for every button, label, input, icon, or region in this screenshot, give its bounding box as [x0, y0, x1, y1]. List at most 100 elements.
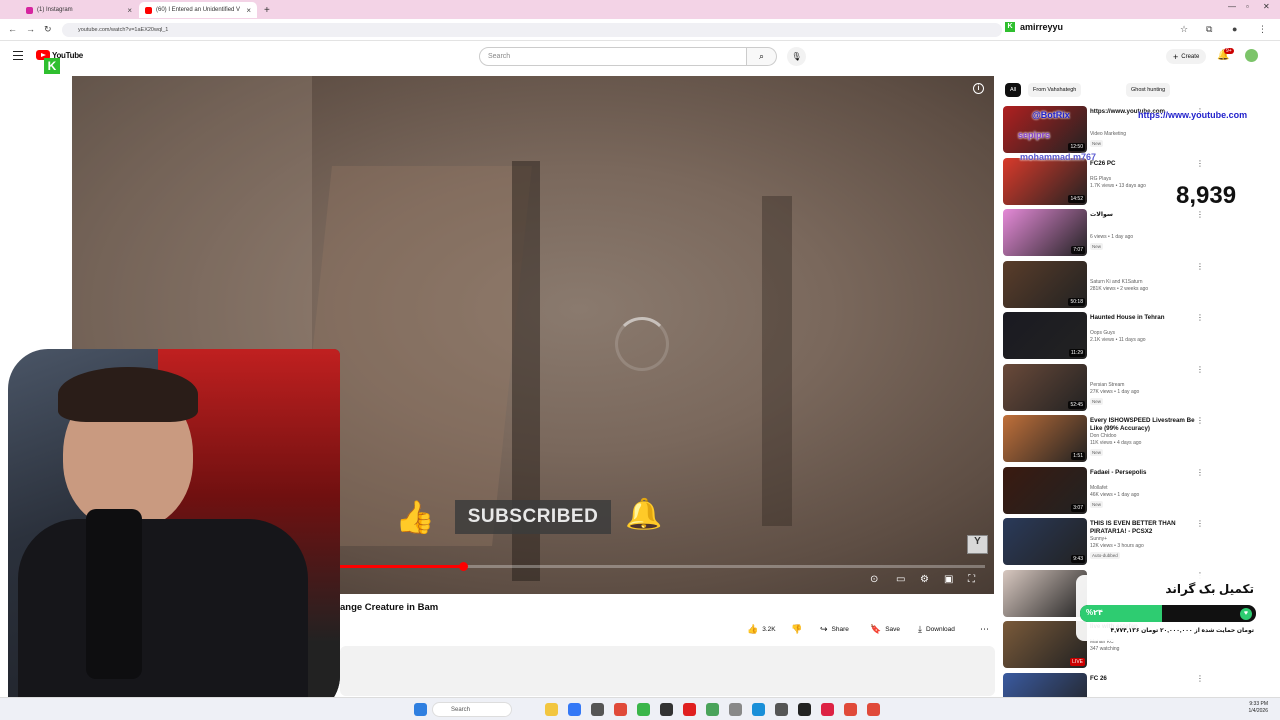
app-icon[interactable] — [821, 703, 834, 716]
video-thumbnail[interactable]: LIVE — [1003, 621, 1087, 668]
app-icon[interactable] — [568, 703, 581, 716]
donation-progress-bar: %۲۴ ♥ — [1080, 605, 1256, 622]
app-icon[interactable] — [775, 703, 788, 716]
create-button[interactable]: + Create — [1166, 49, 1207, 64]
dislike-button[interactable]: 👎 — [791, 621, 806, 638]
video-thumbnail[interactable]: 14:52 — [1003, 158, 1087, 205]
more-options-icon[interactable]: ⋮ — [1196, 365, 1204, 374]
youtube-app-icon[interactable] — [683, 703, 696, 716]
avatar[interactable] — [1245, 49, 1258, 62]
description-box[interactable] — [340, 646, 995, 696]
search-icon: ⌕ — [758, 51, 765, 61]
related-video-title[interactable]: Haunted House in Tehran — [1090, 314, 1195, 322]
settings-gear-icon[interactable]: ⚙ — [920, 574, 929, 585]
more-options-icon[interactable]: ⋮ — [1196, 468, 1204, 477]
file-explorer-icon[interactable] — [545, 703, 558, 716]
related-video-channel[interactable]: RG Plays — [1090, 176, 1111, 183]
edge-icon[interactable] — [752, 703, 765, 716]
profile-icon[interactable]: ● — [1232, 24, 1237, 34]
chrome-icon[interactable] — [867, 703, 880, 716]
close-window-icon[interactable]: ✕ — [1263, 2, 1270, 11]
forward-icon[interactable]: → — [26, 24, 35, 34]
system-clock[interactable]: 9:33 PM 1/4/2026 — [1249, 701, 1268, 715]
tab-instagram[interactable]: (1) Instagram × — [20, 2, 138, 18]
share-button[interactable]: ↪ Share — [820, 621, 849, 638]
miniplayer-icon[interactable]: ▣ — [944, 574, 953, 585]
chrome-icon[interactable] — [614, 703, 627, 716]
bookmark-star-icon[interactable]: ☆ — [1180, 24, 1188, 35]
app-icon[interactable] — [591, 703, 604, 716]
duration-badge: 52:45 — [1068, 401, 1085, 409]
maximize-icon[interactable]: ▫ — [1246, 2, 1249, 11]
related-video-title[interactable]: Every ISHOWSPEED Livestream Be Like (99%… — [1090, 417, 1195, 432]
info-icon[interactable]: i — [973, 83, 984, 94]
video-thumbnail[interactable]: 7:07 — [1003, 209, 1087, 256]
related-video-channel[interactable]: Don Chidoo — [1090, 433, 1116, 440]
more-options-icon[interactable]: ⋮ — [1196, 674, 1204, 683]
more-actions-button[interactable]: ⋯ — [980, 621, 993, 638]
related-video-channel[interactable]: Sunny+ — [1090, 536, 1107, 543]
windows-start-icon[interactable] — [414, 703, 427, 716]
save-button[interactable]: 🔖 Save — [870, 621, 900, 638]
youtube-icon — [145, 6, 152, 14]
hamburger-menu-icon[interactable] — [13, 51, 23, 63]
obs-icon[interactable] — [798, 703, 811, 716]
related-video-title[interactable]: THIS IS EVEN BETTER THAN PIRATAR1A! - PC… — [1090, 520, 1195, 535]
channel-watermark[interactable]: Y — [967, 535, 988, 554]
more-options-icon[interactable]: ⋮ — [1196, 159, 1204, 168]
plus-icon: + — [1173, 51, 1179, 62]
related-video-channel[interactable]: Persian Stream — [1090, 382, 1124, 389]
app-icon[interactable] — [637, 703, 650, 716]
search-button[interactable]: ⌕ — [747, 47, 777, 66]
more-options-icon[interactable]: ⋮ — [1196, 416, 1204, 425]
related-video-channel[interactable]: Oops Guys — [1090, 330, 1115, 337]
voice-search-button[interactable]: 🎙 — [787, 47, 806, 66]
url-field[interactable]: youtube.com/watch?v=1aEX20wql_1 — [62, 23, 1002, 37]
chrome-icon[interactable] — [844, 703, 857, 716]
taskbar-search[interactable]: Search — [432, 702, 512, 717]
video-thumbnail[interactable]: 52:45 — [1003, 364, 1087, 411]
video-thumbnail[interactable]: 50:18 — [1003, 261, 1087, 308]
autoplay-toggle[interactable]: ⊙ — [870, 574, 878, 585]
new-badge: New — [1090, 140, 1104, 147]
video-thumbnail[interactable]: 11:29 — [1003, 312, 1087, 359]
related-video-title[interactable]: سوالات — [1090, 211, 1195, 219]
download-button[interactable]: ⤓ Download — [918, 621, 955, 638]
close-icon[interactable]: × — [246, 6, 251, 15]
app-icon[interactable] — [729, 703, 742, 716]
app-icon[interactable] — [706, 703, 719, 716]
related-video-title[interactable]: FC 26 — [1090, 675, 1195, 683]
related-video-title[interactable]: Fadaei - Persepolis — [1090, 469, 1195, 477]
browser-menu-icon[interactable]: ⋮ — [1258, 24, 1267, 35]
minimize-icon[interactable]: — — [1228, 2, 1236, 11]
more-options-icon[interactable]: ⋮ — [1196, 210, 1204, 219]
app-icon[interactable] — [660, 703, 673, 716]
tab-youtube[interactable]: (60) I Entered an Unidentified V × — [139, 2, 257, 18]
video-thumbnail[interactable]: 1:51 — [1003, 415, 1087, 462]
duration-badge: LIVE — [1070, 658, 1085, 666]
related-video-channel[interactable]: Mollafet — [1090, 485, 1108, 492]
more-options-icon[interactable]: ⋮ — [1196, 262, 1204, 271]
progress-bar[interactable] — [340, 562, 985, 571]
video-thumbnail[interactable]: 9:43 — [1003, 518, 1087, 565]
fullscreen-icon[interactable]: ⛶ — [968, 574, 975, 585]
related-video-channel[interactable]: Saturn Ki and K1Saturn — [1090, 279, 1143, 286]
related-video-title[interactable]: FC26 PC — [1090, 160, 1195, 168]
like-button[interactable]: 👍 3.2K — [747, 621, 776, 638]
close-icon[interactable]: × — [127, 6, 132, 15]
reload-icon[interactable]: ↻ — [44, 24, 52, 35]
captions-icon[interactable]: ▭ — [896, 574, 905, 585]
new-badge: New — [1090, 398, 1104, 405]
video-thumbnail[interactable] — [1003, 570, 1087, 617]
search-input[interactable]: Search — [479, 47, 747, 66]
chip-ghost-hunting[interactable]: Ghost hunting — [1126, 83, 1171, 97]
video-thumbnail[interactable]: 3:07 — [1003, 467, 1087, 514]
extensions-icon[interactable]: ⧉ — [1206, 24, 1212, 35]
chip-from-channel[interactable]: From Vahshategh — [1028, 83, 1082, 97]
more-options-icon[interactable]: ⋮ — [1196, 313, 1204, 322]
chip-all[interactable]: All — [1005, 83, 1022, 97]
progress-scrubber[interactable] — [458, 562, 468, 571]
new-tab-button[interactable]: + — [258, 2, 274, 18]
more-options-icon[interactable]: ⋮ — [1196, 519, 1204, 528]
back-icon[interactable]: ← — [8, 24, 17, 34]
